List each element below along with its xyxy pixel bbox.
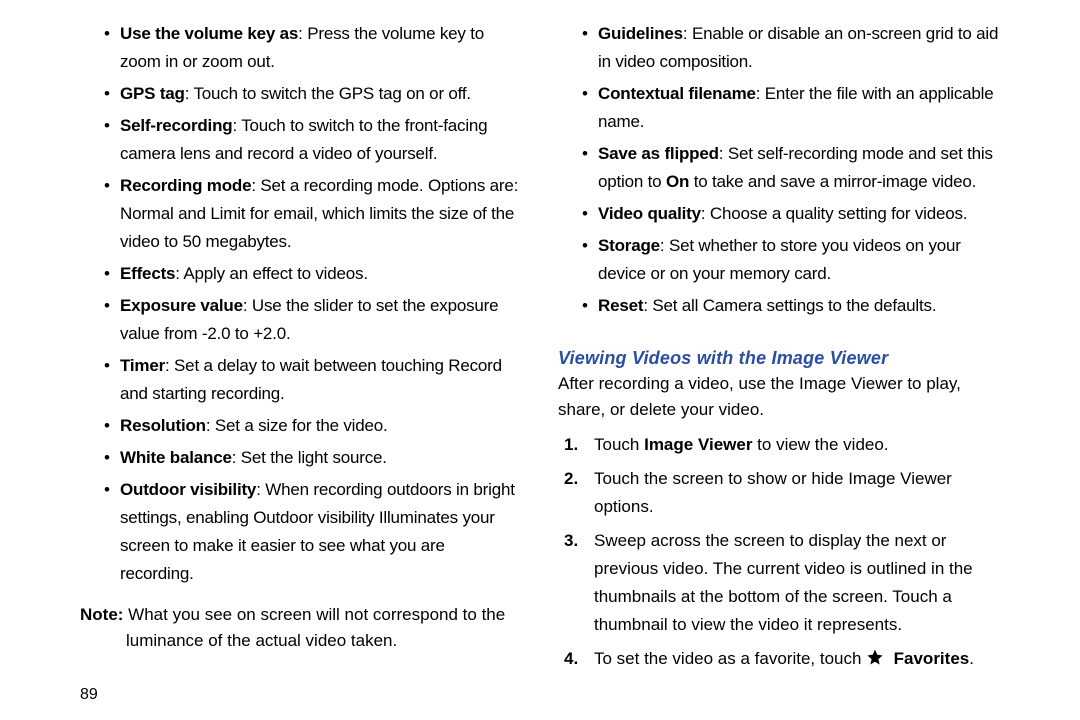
term: Outdoor visibility xyxy=(120,480,256,499)
step-item: To set the video as a favorite, touch Fa… xyxy=(594,645,1000,673)
note-label: Note: xyxy=(80,605,123,624)
list-item: Guidelines: Enable or disable an on-scre… xyxy=(598,20,1000,76)
note-text: What you see on screen will not correspo… xyxy=(123,605,505,650)
term: Exposure value xyxy=(120,296,243,315)
term: Contextual filename xyxy=(598,84,756,103)
list-item: Resolution: Set a size for the video. xyxy=(120,412,522,440)
list-item: GPS tag: Touch to switch the GPS tag on … xyxy=(120,80,522,108)
list-item: Storage: Set whether to store you videos… xyxy=(598,232,1000,288)
list-item: Contextual filename: Enter the file with… xyxy=(598,80,1000,136)
term: Timer xyxy=(120,356,165,375)
step-text: Touch xyxy=(594,435,644,454)
inline-bold: On xyxy=(666,172,689,191)
step-text: . xyxy=(969,649,974,668)
list-item: Reset: Set all Camera settings to the de… xyxy=(598,292,1000,320)
desc: : Set all Camera settings to the default… xyxy=(643,296,936,315)
term: Video quality xyxy=(598,204,701,223)
term: Guidelines xyxy=(598,24,683,43)
settings-list-left: Use the volume key as: Press the volume … xyxy=(80,20,522,588)
term: Storage xyxy=(598,236,660,255)
steps-list: Touch Image Viewer to view the video. To… xyxy=(558,431,1000,673)
desc: : Choose a quality setting for videos. xyxy=(701,204,967,223)
term: Self-recording xyxy=(120,116,232,135)
list-item: Use the volume key as: Press the volume … xyxy=(120,20,522,76)
list-item: Recording mode: Set a recording mode. Op… xyxy=(120,172,522,256)
desc: to take and save a mirror-image video. xyxy=(689,172,976,191)
term: Effects xyxy=(120,264,175,283)
term: White balance xyxy=(120,448,232,467)
term: Resolution xyxy=(120,416,206,435)
list-item: Outdoor visibility: When recording outdo… xyxy=(120,476,522,588)
desc: : Apply an effect to videos. xyxy=(175,264,368,283)
step-text: Sweep across the screen to display the n… xyxy=(594,531,973,634)
right-column: Guidelines: Enable or disable an on-scre… xyxy=(540,20,1040,700)
step-text: Touch the screen to show or hide Image V… xyxy=(594,469,952,516)
list-item: Video quality: Choose a quality setting … xyxy=(598,200,1000,228)
list-item: Self-recording: Touch to switch to the f… xyxy=(120,112,522,168)
step-bold: Image Viewer xyxy=(644,435,752,454)
desc: : Set a delay to wait between touching R… xyxy=(120,356,502,403)
left-column: Use the volume key as: Press the volume … xyxy=(40,20,540,700)
desc: : Touch to switch the GPS tag on or off. xyxy=(185,84,471,103)
desc: : Set the light source. xyxy=(232,448,387,467)
star-icon xyxy=(866,647,884,665)
list-item: Timer: Set a delay to wait between touch… xyxy=(120,352,522,408)
list-item: White balance: Set the light source. xyxy=(120,444,522,472)
step-text: to view the video. xyxy=(752,435,888,454)
section-intro: After recording a video, use the Image V… xyxy=(558,371,1000,423)
term: Use the volume key as xyxy=(120,24,298,43)
list-item: Save as flipped: Set self-recording mode… xyxy=(598,140,1000,196)
settings-list-right: Guidelines: Enable or disable an on-scre… xyxy=(558,20,1000,320)
step-item: Touch Image Viewer to view the video. xyxy=(594,431,1000,459)
term: Reset xyxy=(598,296,643,315)
step-item: Touch the screen to show or hide Image V… xyxy=(594,465,1000,521)
list-item: Effects: Apply an effect to videos. xyxy=(120,260,522,288)
step-item: Sweep across the screen to display the n… xyxy=(594,527,1000,639)
page-number: 89 xyxy=(80,686,98,704)
note: Note: What you see on screen will not co… xyxy=(80,602,522,654)
desc: : Set a size for the video. xyxy=(206,416,388,435)
step-bold: Favorites xyxy=(894,649,970,668)
step-text: To set the video as a favorite, touch xyxy=(594,649,866,668)
term: Recording mode xyxy=(120,176,251,195)
manual-page: Use the volume key as: Press the volume … xyxy=(0,0,1080,720)
term: GPS tag xyxy=(120,84,185,103)
term: Save as flipped xyxy=(598,144,719,163)
list-item: Exposure value: Use the slider to set th… xyxy=(120,292,522,348)
section-heading: Viewing Videos with the Image Viewer xyxy=(558,348,1000,369)
